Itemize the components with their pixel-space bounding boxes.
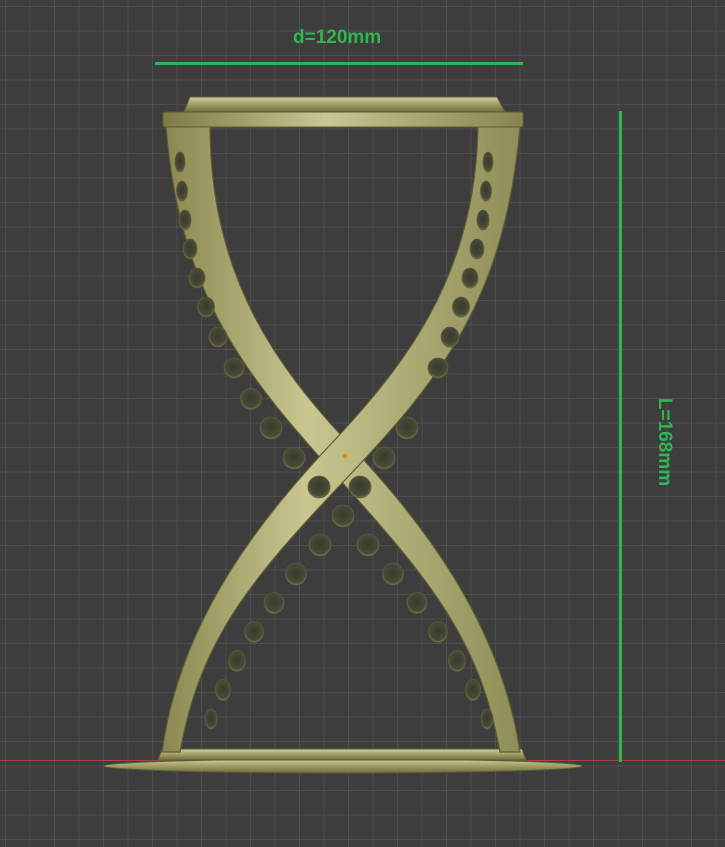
hourglass-stand-model[interactable] [0,0,725,847]
3d-viewport[interactable]: d=120mm L=168mm [0,0,725,847]
width-dimension-label: d=120mm [293,27,382,48]
width-dimension-line [155,62,523,65]
height-dimension-line [619,111,622,762]
origin-point [342,453,348,459]
top-ring [162,96,524,128]
height-dimension-label: L=168mm [654,397,675,487]
